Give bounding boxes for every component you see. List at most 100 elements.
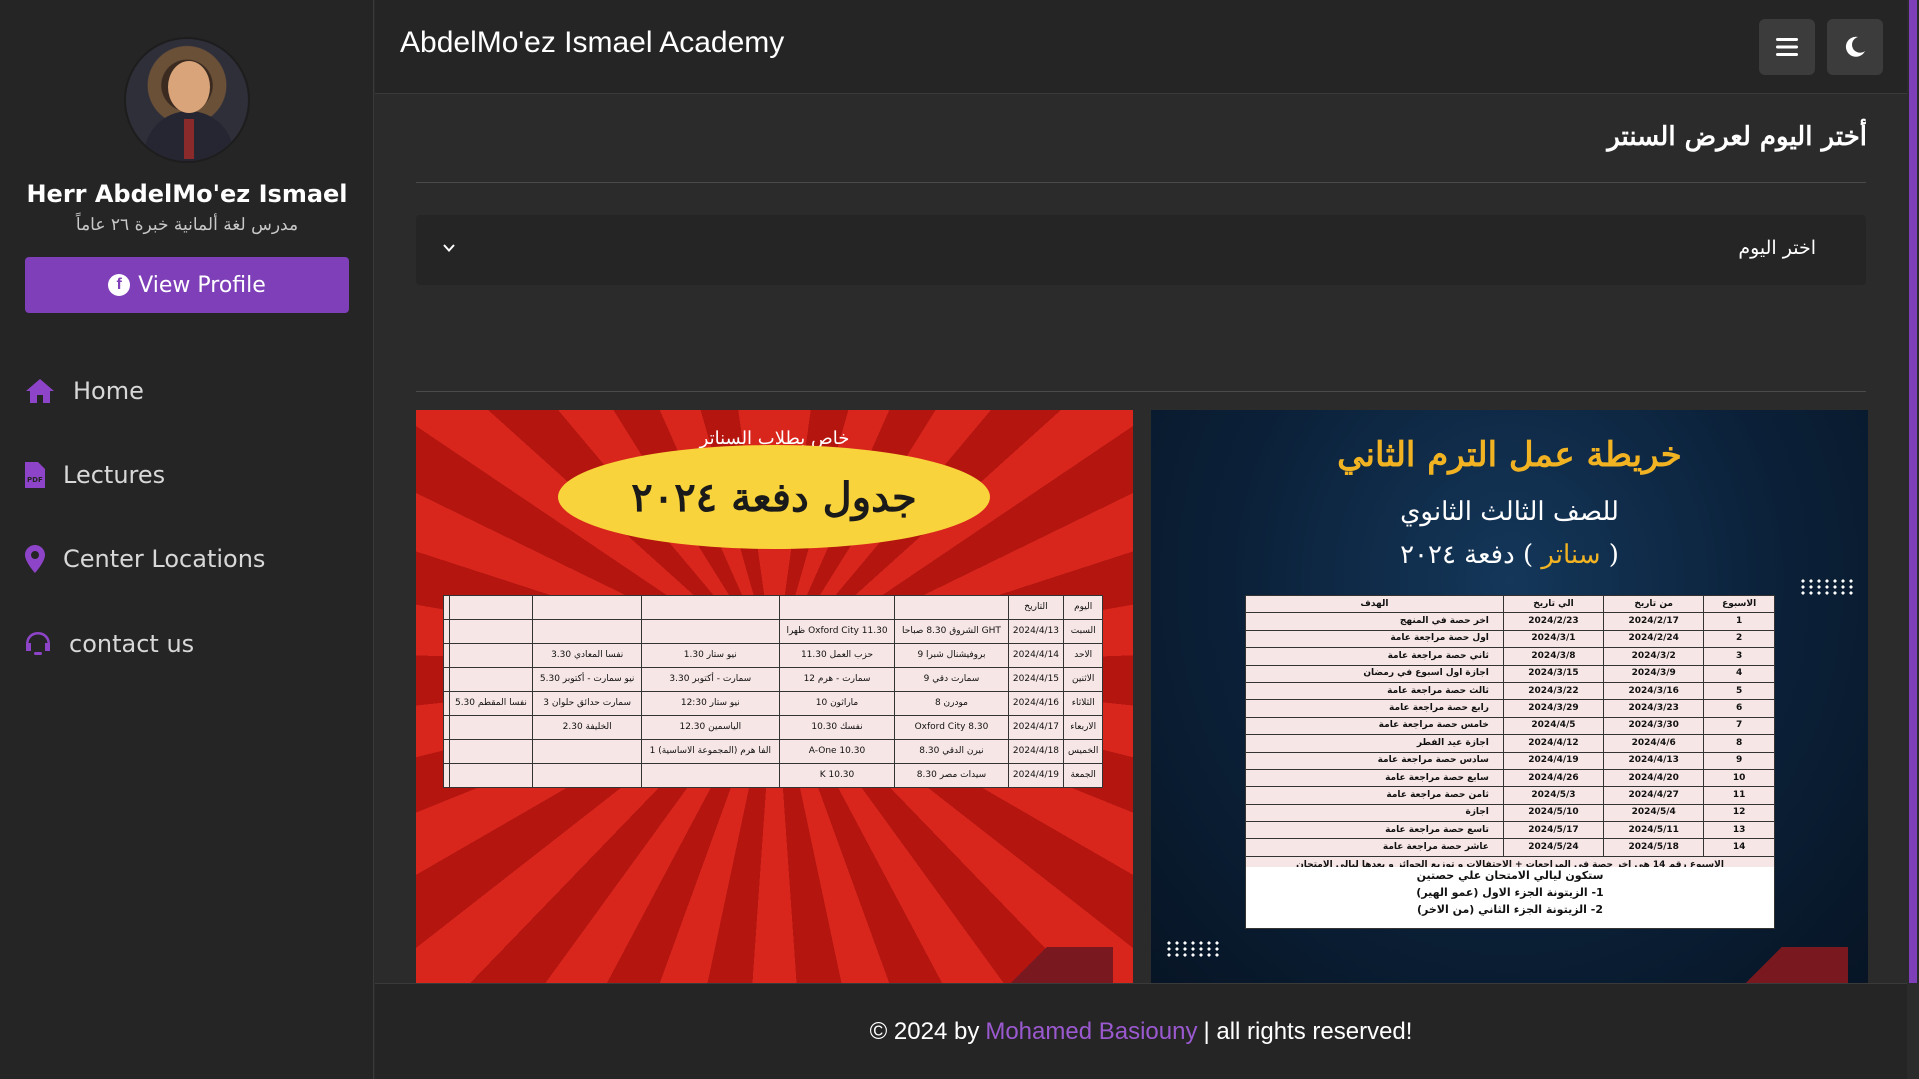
table-cell: 2024/4/14 (1007, 643, 1065, 668)
table-cell: 2024/5/10 (1502, 803, 1605, 823)
poster-subtitle: للصف الثالث الثانوي (1400, 497, 1619, 527)
table-cell: الخليفة 2.30 (532, 715, 642, 740)
table-row: 10 2024/4/20 2024/4/26 سابع حصة مراجعة عامة (1245, 768, 1775, 788)
menu-toggle-button[interactable] (1759, 19, 1815, 75)
poster-title: خريطة عمل الترم الثاني (1337, 435, 1682, 475)
brand-title[interactable]: AbdelMo'ez Ismael Academy (400, 26, 784, 60)
table-row: 3 2024/3/2 2024/3/8 ثاني حصة مراجعة عامة (1245, 647, 1775, 666)
table-cell (640, 763, 780, 788)
page-scrollbar[interactable] (1907, 0, 1919, 1079)
table-header-row: اليوم التاريخ (443, 595, 1103, 620)
table-cell (640, 619, 780, 644)
table-row: 13 2024/5/11 2024/5/17 تاسع حصة مراجعة عامة (1245, 821, 1775, 840)
table-cell: ماراثون 10 (778, 691, 896, 716)
table-cell (532, 763, 642, 788)
table-cell: 2024/4/5 (1502, 716, 1605, 736)
table-cell: مودرن 8 (894, 691, 1009, 716)
table-row: السبت 2024/4/13 GHT الشروق 8.30 صباحا Oxfor… (443, 619, 1103, 644)
table-header-cell (448, 595, 534, 620)
table-cell: 1 (1703, 612, 1775, 631)
table-cell: 2024/3/8 (1502, 647, 1605, 666)
sidebar-item-contact-us[interactable]: contact us (25, 624, 194, 664)
table-cell: 2024/3/2 (1603, 647, 1705, 666)
page-title: أختر اليوم لعرض السنتر (1607, 122, 1867, 152)
day-select[interactable]: اختر اليوم (416, 215, 1866, 285)
table-cell: سابع حصة مراجعة عامة (1245, 768, 1504, 788)
table-cell: سمارت دقي 9 (894, 667, 1009, 692)
table-cell: الفا هرم (المجموعة الاساسية) 1 (640, 739, 780, 764)
day-select-value: اختر اليوم (1738, 237, 1816, 259)
table-cell: الياسمين 12.30 (640, 715, 780, 740)
decorative-dots (1799, 578, 1855, 596)
table-header-cell (443, 595, 450, 620)
schedule-poster-centers[interactable]: خاص بطلاب السناتر جدول دفعة ٢٠٢٤ اليوم ال… (416, 410, 1133, 983)
decorative-dots (1165, 940, 1221, 958)
table-cell: 2024/4/12 (1502, 734, 1605, 753)
table-cell: 2024/3/23 (1603, 699, 1705, 718)
table-cell: اول حصة مراجعة عامة (1245, 629, 1504, 649)
term-plan-poster[interactable]: خريطة عمل الترم الثاني للصف الثالث الثان… (1151, 410, 1868, 983)
table-cell: 2024/4/26 (1502, 768, 1605, 788)
table-cell: 2024/3/30 (1603, 716, 1705, 736)
poster-subtitle-2: ( سناتر ) دفعة ٢٠٢٤ (1400, 540, 1619, 570)
table-cell: الاربعاء (1063, 715, 1103, 740)
table-row: الاحد 2024/4/14 بروفيشنال شبرا 9 حزب العمل … (443, 643, 1103, 668)
sidebar-item-lectures[interactable]: PDF Lectures (25, 455, 165, 495)
table-row: 6 2024/3/23 2024/3/29 رابع حصة مراجعة عامة (1245, 699, 1775, 718)
scrollbar-thumb[interactable] (1909, 0, 1917, 983)
sidebar-item-home[interactable]: Home (25, 371, 144, 411)
footer-author-link[interactable]: Mohamed Basiouny (985, 1018, 1197, 1046)
table-cell: سادس حصة مراجعة عامة (1245, 751, 1504, 770)
table-cell: 4 (1703, 664, 1775, 683)
table-cell: 2024/4/15 (1007, 667, 1065, 692)
table-cell (448, 715, 534, 740)
table-header-cell (532, 595, 642, 620)
table-cell: 2024/5/17 (1502, 821, 1605, 840)
table-header-cell: الهدف (1245, 594, 1504, 614)
table-cell: 2024/5/24 (1502, 838, 1605, 857)
table-cell: K 10.30 (778, 763, 896, 788)
pdf-file-icon: PDF (25, 462, 45, 488)
table-cell (443, 715, 450, 740)
table-cell: 2024/3/1 (1502, 629, 1605, 649)
table-cell: اخر حصة في المنهج (1245, 612, 1504, 631)
headset-icon (26, 632, 50, 655)
table-cell: بروفيشنال شبرا 9 (894, 643, 1009, 668)
table-cell: 2024/4/6 (1603, 734, 1705, 753)
table-cell: سمارت - هرم 12 (778, 667, 896, 692)
theme-toggle-button[interactable] (1827, 19, 1883, 75)
table-cell: 2024/4/20 (1603, 768, 1705, 788)
profile-subtitle: مدرس لغة ألمانية خبرة ٢٦ عاماً (75, 215, 299, 235)
home-icon (26, 379, 54, 403)
table-header-cell: الي تاريخ (1502, 594, 1605, 614)
view-profile-button[interactable]: f View Profile (25, 257, 349, 313)
table-cell: 2024/5/3 (1502, 786, 1605, 805)
table-cell: اجازة عيد الفطر (1245, 734, 1504, 753)
table-cell: سمارت حدائق حلوان 3 (532, 691, 642, 716)
table-cell: نفسك 10.30 (778, 715, 896, 740)
table-cell (443, 763, 450, 788)
table-row: الجمعة 2024/4/19 سيدات مصر 8.30 K 10.30 (443, 763, 1103, 788)
table-cell: Oxford City 11.30 ظهرا (778, 619, 896, 644)
term-plan-table: الاسبوع من تاريخ الي تاريخ الهدف 1 2024/2/17 2… (1245, 594, 1775, 875)
table-cell: 2024/3/15 (1502, 664, 1605, 683)
table-row: 5 2024/3/16 2024/3/22 ثالث حصة مراجعة عامة (1245, 681, 1775, 701)
table-cell: 2024/5/4 (1603, 803, 1705, 823)
table-row: 4 2024/3/9 2024/3/15 اجازة اول اسبوع في رمض… (1245, 664, 1775, 683)
table-cell: Oxford City 8.30 (894, 715, 1009, 740)
table-cell: 6 (1703, 699, 1775, 718)
table-cell (448, 643, 534, 668)
sidebar-item-center-locations[interactable]: Center Locations (25, 539, 265, 579)
table-cell: سيدات مصر 8.30 (894, 763, 1009, 788)
table-cell: السبت (1063, 619, 1103, 644)
table-row: الاثنين 2024/4/15 سمارت دقي 9 سمارت - هرم 1… (443, 667, 1103, 692)
table-header-cell: اليوم (1063, 595, 1103, 620)
table-cell: 9 (1703, 751, 1775, 770)
table-cell: 2024/2/17 (1603, 612, 1705, 631)
table-row: الاربعاء 2024/4/17 Oxford City 8.30 نفسك 10… (443, 715, 1103, 740)
facebook-icon: f (108, 274, 131, 296)
table-cell: 2024/3/9 (1603, 664, 1705, 683)
divider (416, 391, 1866, 392)
centers-schedule-table: اليوم التاريخ السبت 2024/4/13 GHT الشروق 8.3… (443, 595, 1103, 788)
table-cell: 3 (1703, 647, 1775, 666)
